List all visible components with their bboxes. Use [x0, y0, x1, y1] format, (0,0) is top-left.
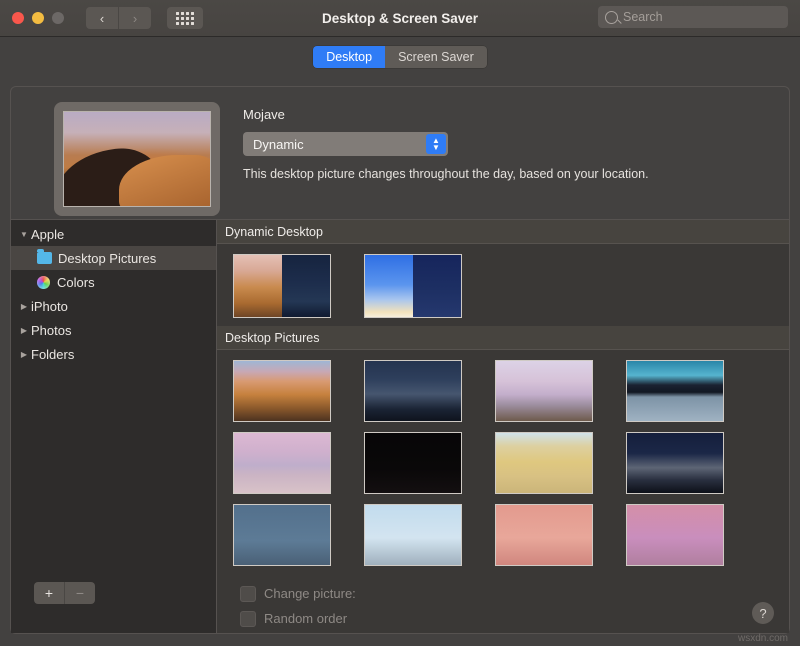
sidebar-item-folders[interactable]: ▶ Folders — [11, 342, 216, 366]
wallpaper-preview-image — [63, 111, 211, 207]
question-mark-icon: ? — [759, 606, 766, 621]
bottom-toolbar: + − Change picture: Random order Every 3… — [0, 574, 800, 646]
sidebar-item-label: iPhoto — [31, 299, 68, 314]
wallpaper-mode-popup[interactable]: Dynamic ▲▼ — [243, 132, 448, 156]
wallpaper-thumb-sand-dunes[interactable] — [495, 432, 593, 494]
desktop-pictures-row-2 — [217, 422, 789, 494]
chevron-right-icon: › — [133, 12, 137, 25]
options-group: Change picture: Random order — [240, 581, 356, 631]
wallpaper-thumb-blue-water[interactable] — [233, 504, 331, 566]
sidebar-item-label: Folders — [31, 347, 74, 362]
wallpaper-browser: ▼ Apple Desktop Pictures Colors ▶ iPhoto… — [11, 219, 789, 633]
disclosure-triangle-icon[interactable]: ▼ — [17, 230, 31, 239]
wallpaper-thumb-violet-clouds[interactable] — [626, 504, 724, 566]
change-picture-row[interactable]: Change picture: — [240, 581, 356, 606]
wallpaper-thumb-pink-clouds[interactable] — [495, 504, 593, 566]
color-wheel-icon — [37, 276, 50, 289]
tab-bar: Desktop Screen Saver — [0, 37, 800, 77]
sidebar-item-label: Photos — [31, 323, 71, 338]
change-picture-checkbox[interactable] — [240, 586, 256, 602]
tab-screen-saver[interactable]: Screen Saver — [385, 46, 487, 68]
desktop-pictures-row-1 — [217, 350, 789, 422]
watermark: wsxdn.com — [738, 633, 788, 644]
random-order-label: Random order — [264, 611, 347, 626]
chevron-updown-icon[interactable]: ▲▼ — [426, 134, 446, 154]
wallpaper-name: Mojave — [243, 107, 773, 122]
source-list: ▼ Apple Desktop Pictures Colors ▶ iPhoto… — [11, 220, 217, 633]
section-header-desktop-pictures: Desktop Pictures — [217, 326, 789, 350]
wallpaper-thumb-mojave-day[interactable] — [233, 360, 331, 422]
wallpaper-thumb-dark-dune[interactable] — [626, 432, 724, 494]
search-placeholder: Search — [623, 10, 663, 24]
sidebar-item-apple[interactable]: ▼ Apple — [11, 222, 216, 246]
help-button[interactable]: ? — [752, 602, 774, 624]
sidebar-item-photos[interactable]: ▶ Photos — [11, 318, 216, 342]
wallpaper-grid[interactable]: Dynamic Desktop Desktop Pictures — [217, 220, 789, 633]
sidebar-item-label: Colors — [57, 275, 95, 290]
window-titlebar: ‹ › Desktop & Screen Saver Search — [0, 0, 800, 37]
wallpaper-description: This desktop picture changes throughout … — [243, 167, 773, 181]
wallpaper-preview-frame[interactable] — [54, 102, 220, 216]
traffic-lights — [12, 12, 64, 24]
minimize-window-button[interactable] — [32, 12, 44, 24]
sidebar-item-colors[interactable]: Colors — [11, 270, 216, 294]
segmented-control: Desktop Screen Saver — [313, 46, 487, 68]
change-picture-label: Change picture: — [264, 586, 356, 601]
folder-icon — [37, 252, 52, 264]
sidebar-item-label: Apple — [31, 227, 64, 242]
tab-desktop-label: Desktop — [326, 50, 372, 64]
sidebar-item-iphoto[interactable]: ▶ iPhoto — [11, 294, 216, 318]
random-order-checkbox[interactable] — [240, 611, 256, 627]
disclosure-triangle-icon[interactable]: ▶ — [17, 326, 31, 335]
tab-screen-saver-label: Screen Saver — [398, 50, 474, 64]
forward-button[interactable]: › — [118, 7, 151, 29]
current-wallpaper-section: Mojave Dynamic ▲▼ This desktop picture c… — [11, 87, 789, 219]
wallpaper-thumb-lone-rock[interactable] — [233, 432, 331, 494]
random-order-row[interactable]: Random order — [240, 606, 356, 631]
grid-icon — [176, 12, 194, 25]
zoom-window-button[interactable] — [52, 12, 64, 24]
wallpaper-thumb-desert-rock[interactable] — [495, 360, 593, 422]
close-window-button[interactable] — [12, 12, 24, 24]
plus-icon: + — [45, 585, 53, 601]
navigation-buttons: ‹ › — [86, 7, 151, 29]
desktop-pictures-row-3 — [217, 494, 789, 566]
tab-desktop[interactable]: Desktop — [313, 46, 385, 68]
wallpaper-details: Mojave Dynamic ▲▼ This desktop picture c… — [243, 107, 773, 181]
wallpaper-thumb-night-spires[interactable] — [364, 432, 462, 494]
back-button[interactable]: ‹ — [86, 7, 118, 29]
search-input[interactable]: Search — [598, 6, 788, 28]
wallpaper-thumb-mojave-dynamic[interactable] — [233, 254, 331, 318]
wallpaper-thumb-mojave-night[interactable] — [364, 360, 462, 422]
add-remove-group: + − — [34, 582, 95, 604]
remove-folder-button[interactable]: − — [64, 582, 95, 604]
show-all-button[interactable] — [167, 7, 203, 29]
sidebar-item-desktop-pictures[interactable]: Desktop Pictures — [11, 246, 216, 270]
chevron-left-icon: ‹ — [100, 12, 104, 25]
disclosure-triangle-icon[interactable]: ▶ — [17, 350, 31, 359]
wallpaper-thumb-salt-flat[interactable] — [626, 360, 724, 422]
desktop-screensaver-window: ‹ › Desktop & Screen Saver Search Deskto… — [0, 0, 800, 646]
wallpaper-thumb-solar-gradients[interactable] — [364, 254, 462, 318]
section-header-dynamic-desktop: Dynamic Desktop — [217, 220, 789, 244]
search-icon — [605, 11, 618, 24]
sidebar-item-label: Desktop Pictures — [58, 251, 156, 266]
wallpaper-thumb-mountain-sky[interactable] — [364, 504, 462, 566]
preferences-panel: Mojave Dynamic ▲▼ This desktop picture c… — [10, 86, 790, 634]
section-title: Desktop Pictures — [225, 331, 319, 345]
dynamic-desktop-row — [217, 244, 789, 318]
minus-icon: − — [76, 585, 84, 601]
disclosure-triangle-icon[interactable]: ▶ — [17, 302, 31, 311]
wallpaper-mode-value: Dynamic — [253, 137, 304, 152]
add-folder-button[interactable]: + — [34, 582, 64, 604]
section-title: Dynamic Desktop — [225, 225, 323, 239]
